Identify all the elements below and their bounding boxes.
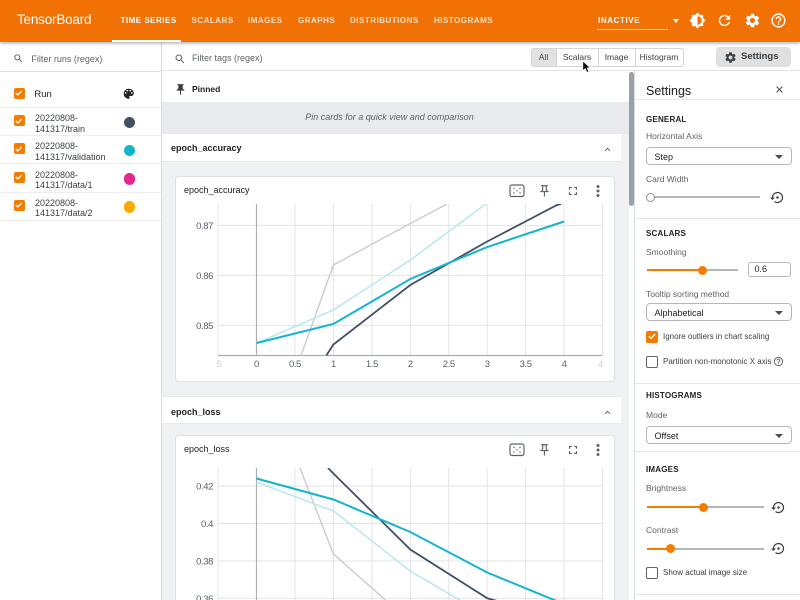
svg-text:2: 2 — [408, 359, 413, 370]
svg-text:0.85: 0.85 — [196, 321, 213, 332]
svg-text:2.5: 2.5 — [443, 359, 455, 370]
svg-text:4: 4 — [562, 359, 567, 370]
svg-text:0.36: 0.36 — [196, 593, 213, 600]
svg-text:0: 0 — [254, 359, 259, 370]
svg-text:0.42: 0.42 — [196, 481, 213, 492]
svg-text:3.5: 3.5 — [520, 359, 532, 370]
svg-text:4: 4 — [598, 359, 603, 370]
svg-text:0.86: 0.86 — [196, 271, 213, 282]
svg-text:1: 1 — [331, 359, 336, 370]
svg-text:0.4: 0.4 — [201, 519, 213, 530]
svg-text:5: 5 — [217, 359, 222, 370]
svg-text:1.5: 1.5 — [366, 359, 378, 370]
svg-text:0.87: 0.87 — [196, 221, 213, 232]
svg-text:0.5: 0.5 — [289, 359, 301, 370]
svg-text:0.38: 0.38 — [196, 556, 213, 567]
svg-text:3: 3 — [485, 359, 490, 370]
